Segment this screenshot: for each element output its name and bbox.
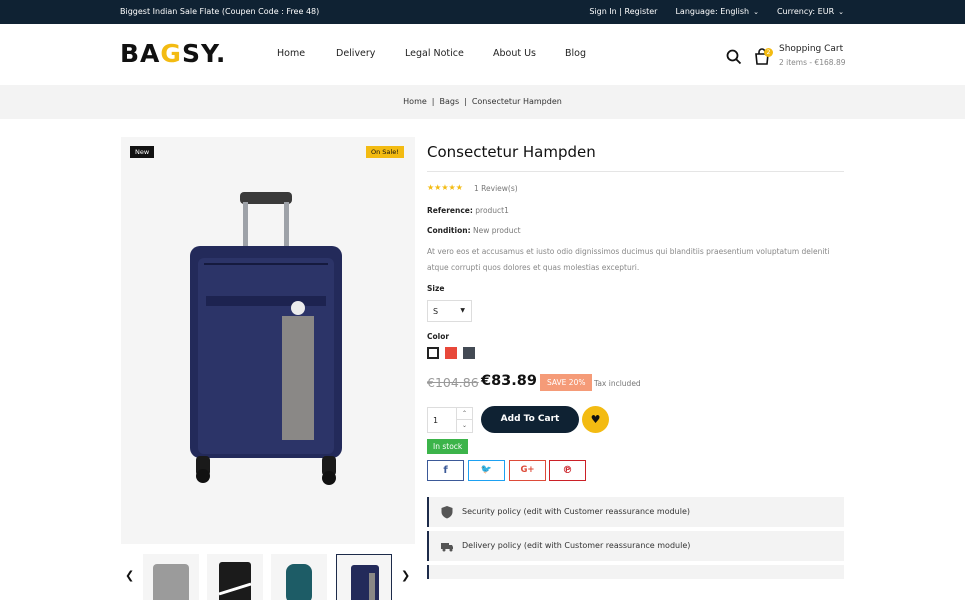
thumbnail-4-active[interactable] [336,554,392,600]
promo-text: Biggest Indian Sale Flate (Coupen Code :… [120,7,320,16]
regular-price: €104.86 [427,375,479,390]
thumbnail-next-arrow[interactable]: ❯ [401,569,410,582]
pinterest-icon: ℗ [562,465,573,476]
on-sale-badge: On Sale! [366,146,404,158]
thumbnail-3[interactable] [271,554,327,600]
googleplus-icon: G+ [520,465,535,475]
facebook-share-button[interactable]: f [427,460,464,481]
condition-label: Condition: [427,226,471,235]
product-description: At vero eos et accusamus et iusto odio d… [427,247,830,272]
reviews-link[interactable]: 1 Review(s) [474,184,518,193]
nav-delivery[interactable]: Delivery [336,48,405,59]
chevron-down-icon: ⌄ [838,8,844,16]
quantity-stepper[interactable]: 1 ⌃ ⌄ [427,407,473,433]
top-bar-links: Sign In | Register Language: English ⌄ Cu… [589,7,844,16]
breadcrumb: Home | Bags | Consectetur Hampden [0,85,965,119]
language-label: Language: English [675,7,750,16]
suitcase-image [190,192,342,485]
cart-summary: 2 items - €168.89 [779,58,846,67]
thumbnail-2[interactable] [207,554,263,600]
search-icon[interactable] [726,49,742,65]
language-selector[interactable]: Language: English ⌄ [675,7,758,16]
color-swatch-red[interactable] [445,347,457,359]
size-value: S [433,307,439,316]
twitter-icon: 🐦 [480,465,493,475]
nav-legal-notice[interactable]: Legal Notice [405,48,493,59]
thumbnail-1[interactable] [143,554,199,600]
breadcrumb-current: Consectetur Hampden [471,97,562,106]
nav-blog[interactable]: Blog [565,48,586,59]
breadcrumb-separator: | [464,97,467,106]
sign-in-register-link[interactable]: Sign In | Register [589,7,657,16]
product-title: Consectetur Hampden [427,143,596,161]
chevron-down-icon: ⌄ [753,8,759,16]
googleplus-share-button[interactable]: G+ [509,460,546,481]
logo[interactable]: BAGSY. [120,39,226,68]
twitter-share-button[interactable]: 🐦 [468,460,505,481]
teal-backpack-thumbnail [286,564,312,600]
currency-label: Currency: EUR [776,7,835,16]
chevron-up-icon[interactable]: ⌃ [456,408,472,420]
caret-down-icon: ▼ [460,307,465,314]
facebook-icon: f [443,465,448,476]
wishlist-heart-icon[interactable]: ♥ [582,406,609,433]
chevron-down-icon[interactable]: ⌄ [456,420,472,432]
currency-selector[interactable]: Currency: EUR ⌄ [777,7,844,16]
logo-text-1: BA [120,39,161,68]
truck-icon [441,543,453,552]
discount-badge: SAVE 20% [540,374,593,391]
main-nav: Home Delivery Legal Notice About Us Blog [277,48,586,59]
breadcrumb-home[interactable]: Home [403,97,427,106]
product-reference: Reference: product1 [427,206,509,215]
condition-value: New product [472,226,521,235]
color-label: Color [427,332,450,341]
return-policy [427,565,844,579]
pinterest-share-button[interactable]: ℗ [549,460,586,481]
new-badge: New [130,146,155,158]
top-bar: Biggest Indian Sale Flate (Coupen Code :… [0,0,965,24]
delivery-policy-text: Delivery policy (edit with Customer reas… [462,541,691,550]
quantity-value: 1 [433,416,439,425]
logo-accent: G [160,39,182,68]
header: BAGSY. Home Delivery Legal Notice About … [0,24,965,85]
security-policy: Security policy (edit with Customer reas… [427,497,844,527]
security-policy-text: Security policy (edit with Customer reas… [462,507,690,516]
cart-count-badge: 2 [764,48,773,57]
logo-text-2: SY. [181,39,227,68]
delivery-policy: Delivery policy (edit with Customer reas… [427,531,844,561]
black-bag-thumbnail [218,562,252,600]
thumbnail-prev-arrow[interactable]: ❮ [125,569,134,582]
add-to-cart-button[interactable]: Add To Cart [481,406,579,433]
color-swatch-grey[interactable] [463,347,475,359]
product-condition: Condition: New product [427,226,521,235]
shield-icon [441,506,453,519]
navy-suitcase-thumbnail [351,565,379,600]
color-swatch-white[interactable] [427,347,439,359]
size-select[interactable]: S ▼ [427,300,472,322]
tax-label: Tax included [594,379,641,388]
size-label: Size [427,284,445,293]
reference-label: Reference: [427,206,473,215]
current-price: €83.89 [481,373,537,389]
grey-bag-thumbnail [153,564,189,600]
nav-home[interactable]: Home [277,48,336,59]
cart-title[interactable]: Shopping Cart [779,44,843,54]
stock-badge: In stock [427,439,469,454]
breadcrumb-separator: | [431,97,435,106]
rating-stars: ★★★★★ [427,183,463,192]
nav-about-us[interactable]: About Us [493,48,565,59]
breadcrumb-bags[interactable]: Bags [439,97,459,106]
divider [427,171,844,172]
reference-value: product1 [475,206,509,215]
